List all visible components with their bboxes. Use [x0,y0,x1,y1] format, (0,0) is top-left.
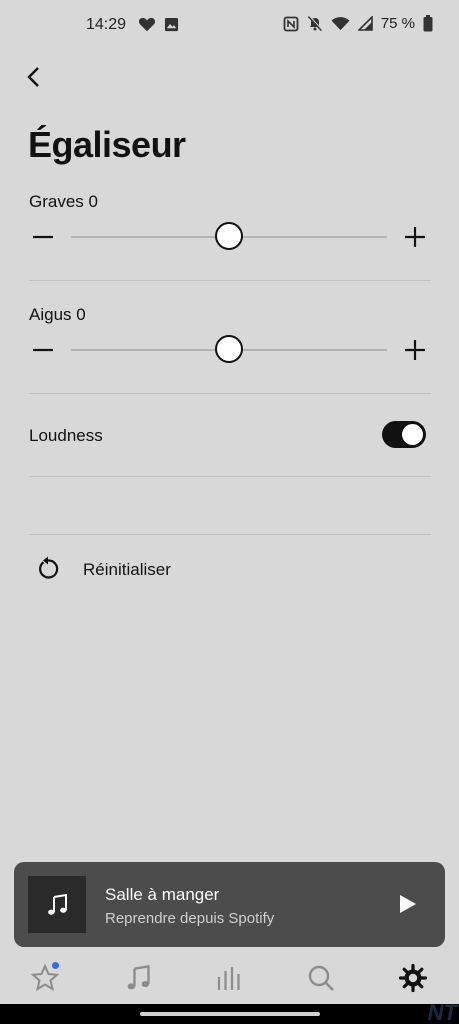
page-title: Égaliseur [28,124,186,165]
bars-icon [217,967,240,990]
nav-search[interactable] [303,960,339,996]
watermark: NT [427,1000,457,1024]
player-subtitle: Reprendre depuis Spotify [105,910,275,927]
bass-increase-button[interactable] [402,221,428,253]
search-icon [308,965,334,991]
treble-slider-track[interactable] [71,335,387,363]
bass-label: Graves 0 [29,192,98,211]
treble-slider-thumb[interactable] [215,335,243,363]
status-time: 14:29 [86,16,127,33]
divider [29,280,431,281]
play-icon [400,895,416,913]
signal-icon [357,16,373,31]
plus-icon [405,340,425,360]
bell-muted-icon [307,15,323,32]
treble-label: Aigus 0 [29,305,86,324]
reset-icon [35,556,61,587]
divider [29,393,431,394]
back-button[interactable] [22,64,48,90]
nav-rooms[interactable] [211,960,247,996]
bass-slider-thumb[interactable] [215,222,243,250]
battery-percent: 75 % [380,15,415,32]
music-note-icon [48,893,67,915]
bass-slider-track[interactable] [71,222,387,250]
home-indicator-bar [0,1004,459,1024]
image-icon [164,17,179,32]
minus-icon [33,348,53,352]
notification-badge [52,962,59,969]
status-bar: 14:29 75 % [0,0,459,50]
reset-button[interactable]: Réinitialiser [29,552,329,586]
toggle-knob [402,424,423,445]
music-note-icon [127,964,150,990]
plus-icon [405,227,425,247]
gear-icon [398,963,428,993]
play-button[interactable] [394,891,420,917]
treble-slider-row [28,334,428,366]
wifi-icon [331,16,350,31]
divider [29,534,431,535]
divider [29,476,431,477]
mini-player[interactable]: Salle à manger Reprendre depuis Spotify [14,862,445,947]
nav-music[interactable] [120,960,156,996]
treble-decrease-button[interactable] [30,334,56,366]
nfc-icon [283,16,299,32]
loudness-toggle[interactable] [382,421,426,448]
player-title: Salle à manger [105,885,220,904]
chevron-left-icon [27,67,39,87]
reset-label: Réinitialiser [83,560,171,579]
bass-slider-row [28,221,428,253]
nav-settings[interactable] [395,960,431,996]
heart-icon [138,16,156,32]
album-art [28,876,86,933]
loudness-label: Loudness [29,426,103,445]
treble-increase-button[interactable] [402,334,428,366]
nav-favorites[interactable] [27,960,63,996]
battery-icon [423,15,433,32]
bottom-nav [0,952,459,1002]
home-pill[interactable] [140,1012,320,1016]
minus-icon [33,235,53,239]
bass-decrease-button[interactable] [30,221,56,253]
